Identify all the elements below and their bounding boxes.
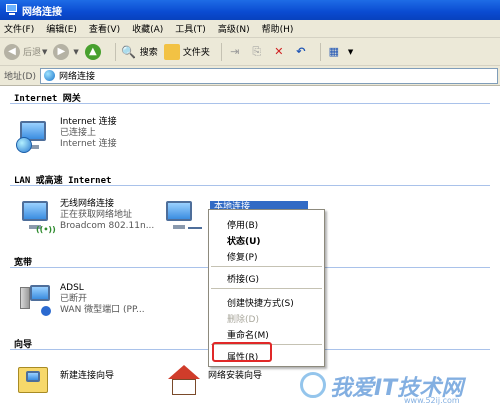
wireless-network-icon: ((•)) [16,199,56,237]
menu-file[interactable]: 文件(F) [4,22,34,35]
search-button[interactable]: 🔍 搜索 [121,44,158,60]
toolbar-separator [114,42,116,61]
context-menu-separator [211,288,322,289]
delete-icon[interactable]: ✕ [271,44,287,60]
connection-local[interactable] [164,199,208,237]
toolbar-separator [319,42,321,61]
network-setup-wizard-icon [164,363,204,401]
connection-device: WAN 微型端口 (PP... [60,305,145,315]
up-button[interactable]: ▲ [84,43,104,60]
back-arrow-icon: ◀ [4,43,20,60]
network-setup-wizard[interactable]: 网络安装向导 [164,363,262,401]
network-folder-icon [43,70,55,81]
chevron-down-icon: ▼ [73,47,79,56]
move-to-icon[interactable]: ⇥ [227,44,243,60]
watermark-logo-icon [300,372,326,398]
search-icon: 🔍 [121,44,137,59]
connection-name: ADSL [60,283,84,293]
connection-name: Internet 连接 [60,117,117,127]
connection-device: Internet 连接 [60,139,117,149]
context-menu-bridge[interactable]: 桥接(G) [227,272,259,285]
context-menu-delete: 删除(D) [227,315,259,325]
network-connections-icon [4,4,18,16]
menu-help[interactable]: 帮助(H) [262,22,294,35]
window-title: 网络连接 [22,6,62,18]
context-menu-disable[interactable]: 停用(B) [227,218,258,231]
connection-wireless[interactable]: ((•)) 无线网络连接 正在获取网络地址 Broadcom 802.11n..… [16,199,154,237]
address-bar: 地址(D) 网络连接 [0,66,500,86]
menu-favorites[interactable]: 收藏(A) [132,22,163,35]
wizard-label: 新建连接向导 [60,371,115,381]
connection-status: 正在获取网络地址 [60,210,133,220]
folders-button[interactable]: 文件夹 [163,43,210,60]
menu-bar: 文件(F) 编辑(E) 查看(V) 收藏(A) 工具(T) 高级(N) 帮助(H… [0,20,500,38]
connection-name: 无线网络连接 [60,199,115,209]
menu-view[interactable]: 查看(V) [89,22,120,35]
context-menu-status[interactable]: 状态(U) [227,234,261,247]
internet-gateway-icon [16,117,56,155]
connection-status: 已断开 [60,294,88,304]
views-icon[interactable]: ▦ [326,44,342,60]
connection-adsl[interactable]: ADSL 已断开 WAN 微型端口 (PP... [16,283,145,321]
menu-tools[interactable]: 工具(T) [175,22,206,35]
connection-status: 已连接上 [60,128,97,138]
context-menu-repair[interactable]: 修复(P) [227,250,257,263]
forward-button[interactable]: ▶ ▼ [53,43,79,60]
connection-internet[interactable]: Internet 连接 已连接上 Internet 连接 [16,117,117,155]
broadband-connection-icon [16,283,56,321]
toolbar-separator [220,42,222,61]
connection-device: Broadcom 802.11n... [60,221,155,231]
new-connection-wizard-icon [16,363,56,401]
context-menu-separator [211,266,322,267]
local-area-connection-icon [164,199,204,237]
context-menu-rename[interactable]: 重命名(M) [227,328,269,341]
new-connection-wizard[interactable]: 新建连接向导 [16,363,114,401]
watermark-url: www.52ij.com [404,396,460,405]
group-divider [10,185,490,186]
address-value: 网络连接 [58,72,95,82]
folder-icon [163,43,180,60]
address-input[interactable]: 网络连接 [39,67,498,84]
group-divider [10,103,490,104]
context-menu-create-shortcut[interactable]: 创建快捷方式(S) [227,296,294,309]
undo-icon[interactable]: ↶ [293,44,309,60]
address-label: 地址(D) [4,72,36,82]
chevron-down-icon[interactable]: ▼ [348,48,353,56]
wizard-label: 网络安装向导 [208,371,263,381]
back-button[interactable]: ◀ 后退 ▼ [4,43,48,60]
toolbar: ◀ 后退 ▼ ▶ ▼ ▲ 🔍 搜索 文件夹 ⇥ ⎘ ✕ ↶ ▦ ▼ [0,38,500,66]
copy-to-icon[interactable]: ⎘ [249,44,265,60]
title-bar[interactable]: 网络连接 [0,0,500,20]
up-arrow-icon: ▲ [84,43,101,60]
forward-arrow-icon: ▶ [53,43,70,60]
chevron-down-icon: ▼ [42,47,48,56]
properties-highlight-box [212,342,272,362]
menu-advanced[interactable]: 高级(N) [218,22,250,35]
menu-edit[interactable]: 编辑(E) [46,22,77,35]
